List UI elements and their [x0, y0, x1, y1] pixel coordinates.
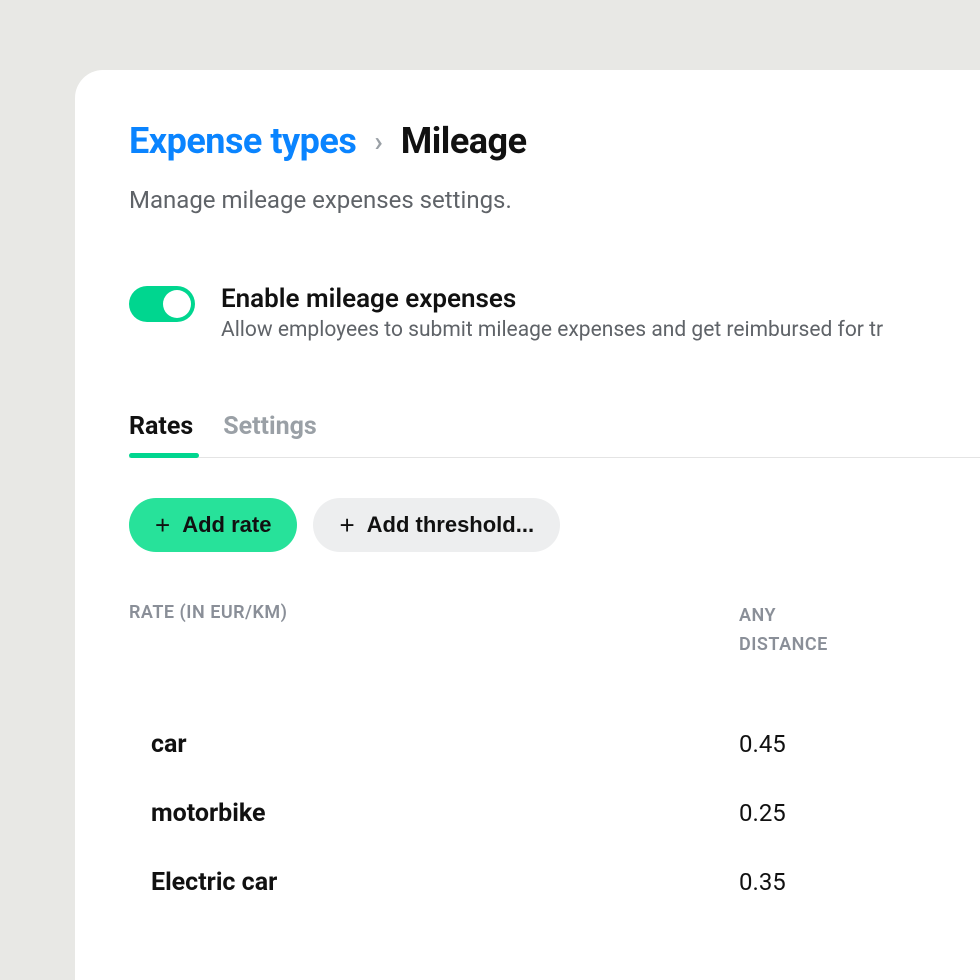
tab-settings[interactable]: Settings	[223, 412, 317, 457]
add-threshold-label: Add threshold...	[367, 512, 534, 538]
chevron-right-icon: ›	[374, 125, 382, 158]
enable-mileage-toggle[interactable]	[129, 286, 195, 322]
col-distance-header: ANYDISTANCE	[739, 602, 828, 660]
settings-card: Expense types › Mileage Manage mileage e…	[75, 70, 980, 980]
rate-name: Electric car	[151, 868, 739, 897]
action-buttons: + Add rate + Add threshold...	[129, 498, 980, 552]
rate-value: 0.45	[739, 730, 786, 758]
rate-value: 0.25	[739, 799, 786, 827]
add-threshold-button[interactable]: + Add threshold...	[313, 498, 560, 552]
breadcrumb-parent-link[interactable]: Expense types	[129, 120, 356, 162]
toggle-description: Allow employees to submit mileage expens…	[221, 318, 980, 342]
rate-value: 0.35	[739, 868, 786, 896]
rate-name: car	[151, 730, 739, 759]
add-rate-button[interactable]: + Add rate	[129, 498, 297, 552]
add-rate-label: Add rate	[182, 512, 271, 538]
tabs: Rates Settings	[129, 412, 980, 458]
breadcrumb: Expense types › Mileage	[129, 120, 980, 162]
tab-rates[interactable]: Rates	[129, 412, 193, 457]
plus-icon: +	[339, 512, 354, 538]
breadcrumb-current: Mileage	[401, 120, 527, 162]
page-subtitle: Manage mileage expenses settings.	[129, 186, 980, 214]
table-row[interactable]: Electric car 0.35	[129, 848, 980, 917]
table-row[interactable]: motorbike 0.25	[129, 779, 980, 848]
plus-icon: +	[155, 512, 170, 538]
col-rate-header: RATE (IN EUR/KM)	[129, 602, 739, 660]
rate-name: motorbike	[151, 799, 739, 828]
table-header: RATE (IN EUR/KM) ANYDISTANCE	[129, 602, 980, 660]
toggle-title: Enable mileage expenses	[221, 284, 980, 314]
enable-mileage-row: Enable mileage expenses Allow employees …	[129, 284, 980, 342]
table-row[interactable]: car 0.45	[129, 710, 980, 779]
